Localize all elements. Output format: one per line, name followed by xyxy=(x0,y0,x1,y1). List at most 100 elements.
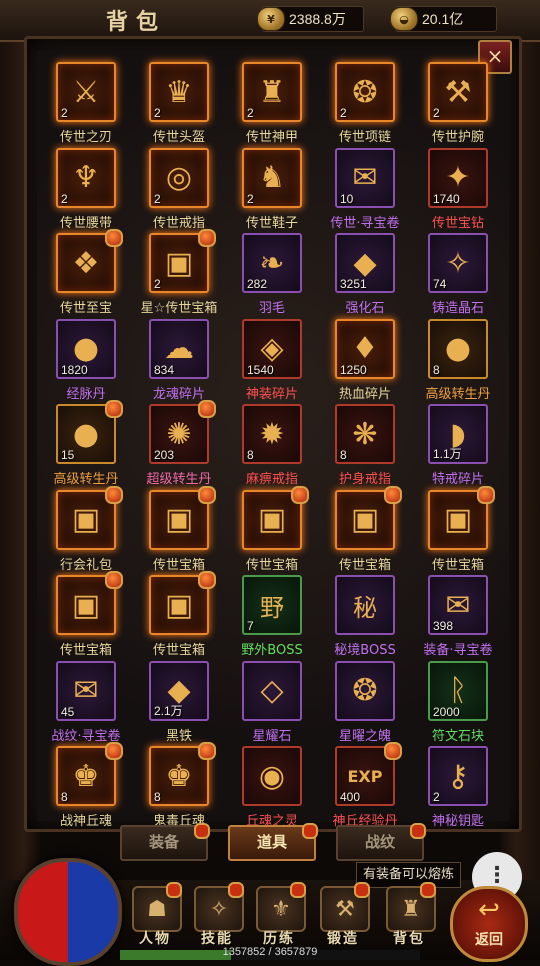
item-frame[interactable]: ⚒ 2 xyxy=(428,62,488,122)
bag-item-slot[interactable]: ✹ 8 麻痹戒指 xyxy=(226,400,316,487)
item-frame[interactable]: ◆ 2.1万 xyxy=(149,660,209,721)
bag-item-slot[interactable]: ● 8 高级转生丹 xyxy=(412,315,502,402)
item-frame[interactable]: ◉ xyxy=(242,746,302,806)
item-frame[interactable]: ᚱ 2000 xyxy=(428,660,488,721)
item-frame[interactable]: ✺ 203 xyxy=(149,400,216,464)
item-frame[interactable]: ♆ 2 xyxy=(56,147,116,208)
bag-item-slot[interactable]: ◎ 2 传世戒指 xyxy=(133,144,223,231)
back-button[interactable]: ↩ 返回 xyxy=(450,886,528,962)
bag-item-slot[interactable]: ❋ 8 护身戒指 xyxy=(319,400,409,487)
bag-item-slot[interactable]: ▣ 传世宝箱 xyxy=(133,571,223,658)
item-frame[interactable]: ◇ xyxy=(242,660,302,721)
item-frame[interactable]: ▣ xyxy=(149,485,216,550)
bag-item-slot[interactable]: ◇ 星耀石 xyxy=(226,657,316,744)
bag-item-slot[interactable]: ◉ 丘魂之灵 xyxy=(226,742,316,829)
bag-item-slot[interactable]: ᚱ 2000 符文石块 xyxy=(412,657,502,744)
item-frame[interactable]: ✉ 398 xyxy=(428,575,488,635)
item-frame[interactable]: ⚷ 2 xyxy=(428,746,488,806)
item-frame[interactable]: ● 8 xyxy=(428,318,488,379)
item-frame[interactable]: ◎ 2 xyxy=(149,147,209,208)
bag-item-slot[interactable]: EXP 400 神丘经验丹 xyxy=(319,742,409,829)
item-frame[interactable]: ♞ 2 xyxy=(242,147,302,208)
item-frame[interactable]: ✉ 10 xyxy=(335,147,395,208)
item-frame[interactable]: 野7 xyxy=(242,575,302,635)
bag-item-slot[interactable]: ♦ 1250 热血碎片 xyxy=(319,315,409,402)
bag-item-slot[interactable]: ❖ 传世至宝 xyxy=(40,229,130,316)
item-frame[interactable]: ▣ xyxy=(428,485,495,550)
bag-item-slot[interactable]: ✉ 45 战纹·寻宝卷 xyxy=(40,657,130,744)
item-frame[interactable]: ◆ 3251 xyxy=(335,233,395,293)
nav-bag[interactable]: ♜ 背包 xyxy=(380,882,438,950)
item-frame[interactable]: ✦ 1740 xyxy=(428,147,488,208)
bag-item-slot[interactable]: ▣ 传世宝箱 xyxy=(412,485,502,573)
item-frame[interactable]: ✹ 8 xyxy=(242,404,302,464)
bag-item-slot[interactable]: ❂ 2 传世项链 xyxy=(319,58,409,145)
item-frame[interactable]: ● 1820 xyxy=(56,318,116,379)
item-frame[interactable]: ♚ 8 xyxy=(149,742,216,806)
bag-item-slot[interactable]: ⚒ 2 传世护腕 xyxy=(412,58,502,145)
bag-item-slot[interactable]: ▣ 传世宝箱 xyxy=(133,485,223,573)
bag-item-slot[interactable]: ♆ 2 传世腰带 xyxy=(40,144,130,231)
bag-item-slot[interactable]: ✉ 10 传世·寻宝卷 xyxy=(319,144,409,231)
item-frame[interactable]: ❂ 2 xyxy=(335,62,395,122)
item-frame[interactable]: ▣ xyxy=(56,485,123,550)
bag-item-slot[interactable]: ▣ 行会礼包 xyxy=(40,485,130,573)
nav-forge[interactable]: ⚒ 锻造 xyxy=(314,882,372,950)
item-frame[interactable]: ▣ xyxy=(242,485,309,550)
bag-item-slot[interactable]: ◗ 1.1万 特戒碎片 xyxy=(412,400,502,487)
bag-item-slot[interactable]: ❂ 星曜之魄 xyxy=(319,657,409,744)
item-frame[interactable]: ♚ 8 xyxy=(56,742,123,806)
item-frame[interactable]: ● 15 xyxy=(56,400,123,464)
item-frame[interactable]: ✧ 74 xyxy=(428,233,488,293)
nav-character[interactable]: ☗ 人物 xyxy=(126,882,184,950)
bag-item-slot[interactable]: ◆ 3251 强化石 xyxy=(319,229,409,316)
bag-item-slot[interactable]: ✉ 398 装备·寻宝卷 xyxy=(412,571,502,658)
item-frame[interactable]: ♛ 2 xyxy=(149,62,209,122)
bag-item-slot[interactable]: ▣ 传世宝箱 xyxy=(40,571,130,658)
item-frame[interactable]: ▣ xyxy=(149,571,216,635)
bag-item-slot[interactable]: 野 7 野外BOSS xyxy=(226,571,316,658)
bag-item-slot[interactable]: ▣ 传世宝箱 xyxy=(319,485,409,573)
item-frame[interactable]: ☁ 834 xyxy=(149,318,209,379)
bag-item-slot[interactable]: ☁ 834 龙魂碎片 xyxy=(133,315,223,402)
item-frame[interactable]: ▣ xyxy=(56,571,123,635)
bag-item-slot[interactable]: ▣ 传世宝箱 xyxy=(226,485,316,573)
bag-item-slot[interactable]: ♞ 2 传世鞋子 xyxy=(226,144,316,231)
item-frame[interactable]: ◈ 1540 xyxy=(242,318,302,379)
nav-skill[interactable]: ✧ 技能 xyxy=(188,882,246,950)
item-frame[interactable]: ♦ 1250 xyxy=(335,318,395,379)
item-frame[interactable]: 秘 xyxy=(335,575,395,635)
item-frame[interactable]: ❋ 8 xyxy=(335,404,395,464)
bag-item-slot[interactable]: ♚ 8 鬼毒丘魂 xyxy=(133,742,223,829)
bag-item-slot[interactable]: ✦ 1740 传世宝钻 xyxy=(412,144,502,231)
item-frame[interactable]: ♜ 2 xyxy=(242,62,302,122)
bag-item-slot[interactable]: ♜ 2 传世神甲 xyxy=(226,58,316,145)
item-frame[interactable]: EXP 400 xyxy=(335,742,402,806)
bag-item-slot[interactable]: ◆ 2.1万 黑铁 xyxy=(133,657,223,744)
item-frame[interactable]: ❧ 282 xyxy=(242,233,302,293)
item-frame[interactable]: ✉ 45 xyxy=(56,660,116,721)
item-frame[interactable]: ◗ 1.1万 xyxy=(428,404,488,464)
item-frame[interactable]: ❖ xyxy=(56,229,123,293)
bag-item-slot[interactable]: ✺ 203 超级转生丹 xyxy=(133,400,223,487)
bag-item-slot[interactable]: ✧ 74 铸造晶石 xyxy=(412,229,502,316)
bag-item-slot[interactable]: 秘秘境BOSS xyxy=(319,571,409,658)
item-frame[interactable]: ▣ 2 xyxy=(149,229,216,293)
tab-equipment[interactable]: 装备 xyxy=(120,823,210,861)
smelt-hint[interactable]: 有装备可以熔炼 xyxy=(356,862,462,888)
bag-item-slot[interactable]: ❧ 282 羽毛 xyxy=(226,229,316,316)
bag-item-slot[interactable]: ⚔ 2 传世之刃 xyxy=(40,58,130,145)
bag-item-slot[interactable]: ● 15 高级转生丹 xyxy=(40,400,130,487)
nav-trial[interactable]: ⚜ 历练 xyxy=(250,882,308,950)
bag-item-slot[interactable]: ♚ 8 战神丘魂 xyxy=(40,742,130,829)
bag-item-slot[interactable]: ● 1820 经脉丹 xyxy=(40,315,130,402)
bag-item-slot[interactable]: ♛ 2 传世头盔 xyxy=(133,58,223,145)
tab-battle-pattern[interactable]: 战纹 xyxy=(336,823,426,861)
bag-item-slot[interactable]: ◈ 1540 神装碎片 xyxy=(226,315,316,402)
item-frame[interactable]: ▣ xyxy=(335,485,402,550)
item-frame[interactable]: ❂ xyxy=(335,660,395,721)
bag-item-slot[interactable]: ⚷ 2 神秘钥匙 xyxy=(412,742,502,829)
tab-items[interactable]: 道具 xyxy=(228,823,318,861)
bag-item-slot[interactable]: ▣ 2 星☆传世宝箱 xyxy=(133,229,223,316)
item-frame[interactable]: ⚔ 2 xyxy=(56,62,116,122)
